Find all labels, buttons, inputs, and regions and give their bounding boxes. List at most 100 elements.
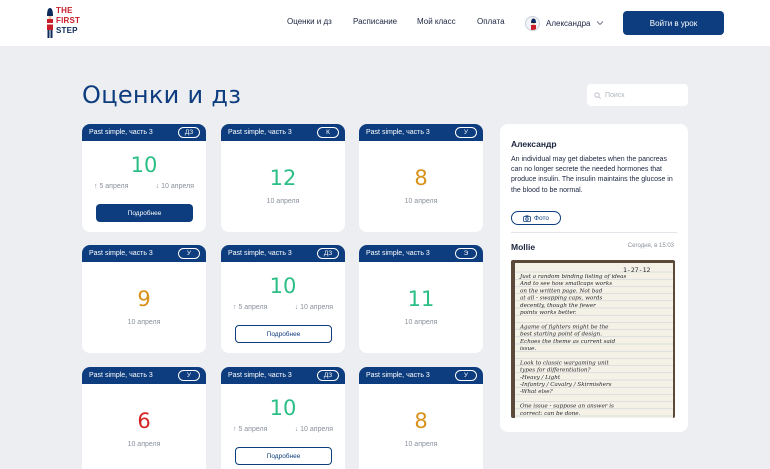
- note-line-text: decently, though the fewer: [520, 303, 596, 309]
- grade-value: 12: [269, 166, 297, 190]
- card-topic: Past simple, часть 3: [228, 129, 292, 136]
- card-header: Past simple, часть 3 К: [221, 124, 345, 141]
- lesson-type-badge: У: [455, 127, 477, 138]
- note-line-text: at all - swapping caps, words: [520, 296, 603, 302]
- avatar-guard-icon: [531, 18, 536, 30]
- handwritten-note-image: Just a random binding listing of ideasAn…: [511, 260, 675, 418]
- search-input[interactable]: [605, 91, 685, 99]
- lesson-date: 10 апреля: [404, 441, 438, 448]
- grade-card[interactable]: Past simple, часть 3 У 9 10 апреля: [82, 245, 206, 353]
- logo-line: STEP: [56, 26, 78, 35]
- camera-icon: [523, 214, 531, 222]
- card-topic: Past simple, часть 3: [366, 129, 430, 136]
- card-header: Past simple, часть 3 У: [82, 245, 206, 262]
- note-line-text: points works better.: [520, 310, 577, 316]
- chat-panel: Александр An individual may get diabetes…: [500, 124, 688, 432]
- details-button[interactable]: Подробнее: [96, 204, 193, 222]
- attached-photo[interactable]: Just a random binding listing of ideas An…: [511, 260, 675, 418]
- lesson-date: 10 апреля: [404, 198, 438, 205]
- grade-card[interactable]: Past simple, часть 3 ДЗ 10 ↑ 5 апреля ↓ 10 а…: [221, 367, 345, 469]
- note-line-text: correct: can be done.: [520, 411, 581, 417]
- note-line-text: Look to classic wargaming unit: [519, 360, 609, 366]
- lesson-type-badge: ДЗ: [317, 248, 339, 259]
- card-topic: Past simple, часть 3: [228, 250, 292, 257]
- grade-value: 11: [407, 287, 435, 311]
- logo-line: FIRST: [56, 16, 81, 25]
- photo-button-label: Фото: [534, 214, 549, 222]
- lesson-type-badge: К: [317, 127, 339, 138]
- grade-card[interactable]: Past simple, часть 3 У 8 10 апреля: [359, 124, 483, 232]
- assigned-date: ↑ 5 апреля: [233, 426, 268, 433]
- grade-value: 10: [269, 396, 297, 420]
- avatar: [525, 15, 540, 31]
- grade-card[interactable]: Past simple, часть 3 ДЗ 10 ↑ 5 апреля ↓ 10 а…: [221, 245, 345, 353]
- grade-value: 10: [130, 153, 158, 177]
- due-date: ↓ 10 апреля: [155, 183, 194, 190]
- grade-card[interactable]: Past simple, часть 3 У 6 10 апреля: [82, 367, 206, 469]
- message-time: Сегодня, в 15:03: [627, 243, 674, 249]
- card-header: Past simple, часть 3 ДЗ: [221, 367, 345, 384]
- lesson-type-badge: ДЗ: [178, 127, 200, 138]
- lesson-date: 10 апреля: [266, 198, 300, 205]
- message-author: Александр: [511, 139, 557, 149]
- enter-lesson-button[interactable]: Войти в урок: [623, 11, 724, 35]
- logo[interactable]: THE FIRST STEP: [44, 6, 84, 40]
- lesson-type-badge: ДЗ: [317, 370, 339, 381]
- lesson-date: 10 апреля: [127, 319, 161, 326]
- card-topic: Past simple, часть 3: [228, 372, 292, 379]
- details-button[interactable]: Подробнее: [235, 447, 332, 465]
- note-line-text: Echoes the theme as current said: [519, 339, 616, 345]
- due-date: ↓ 10 апреля: [294, 426, 333, 433]
- search-box[interactable]: [587, 84, 688, 106]
- grade-value: 9: [137, 287, 151, 311]
- grade-card[interactable]: Past simple, часть 3 Э 11 10 апреля: [359, 245, 483, 353]
- date-range: ↑ 5 апреля ↓ 10 апреля: [94, 183, 194, 190]
- date-range: ↑ 5 апреля ↓ 10 апреля: [233, 304, 333, 311]
- nav-grades[interactable]: Оценки и дз: [287, 17, 332, 26]
- date-range: ↑ 5 апреля ↓ 10 апреля: [233, 426, 333, 433]
- note-line-text: -Heavy / Light: [520, 375, 561, 381]
- details-button[interactable]: Подробнее: [235, 325, 332, 343]
- search-icon: [594, 91, 601, 99]
- note-line-text: types for differentiation?: [520, 368, 591, 374]
- user-menu[interactable]: Александра: [525, 14, 604, 32]
- card-topic: Past simple, часть 3: [366, 372, 430, 379]
- due-date: ↓ 10 апреля: [294, 304, 333, 311]
- card-header: Past simple, часть 3 У: [359, 124, 483, 141]
- guard-logo-icon: [47, 8, 53, 38]
- note-line-text: Agame of fighters might be the: [519, 324, 609, 330]
- assigned-date: ↑ 5 апреля: [233, 304, 268, 311]
- grade-value: 10: [269, 274, 297, 298]
- nav-schedule[interactable]: Расписание: [353, 17, 397, 26]
- nav-payment[interactable]: Оплата: [477, 17, 505, 26]
- lesson-type-badge: У: [455, 370, 477, 381]
- grade-value: 8: [414, 166, 428, 190]
- note-line-text: on the written page. Not bad: [520, 288, 603, 294]
- grade-value: 8: [414, 409, 428, 433]
- grade-card[interactable]: Past simple, часть 3 У 8 10 апреля: [359, 367, 483, 469]
- user-name: Александра: [546, 18, 591, 28]
- note-line-text: -What else?: [520, 389, 554, 395]
- note-line-text: -Infantry / Cavalry / Skirmishers: [520, 382, 612, 388]
- lesson-date: 10 апреля: [404, 319, 438, 326]
- grade-value: 6: [137, 409, 151, 433]
- grade-card[interactable]: Past simple, часть 3 ДЗ 10 ↑ 5 апреля ↓ 10 а…: [82, 124, 206, 232]
- message-author: Mollie: [511, 242, 536, 252]
- note-line-text: Just a random binding listing of ideas: [519, 274, 626, 280]
- grade-card[interactable]: Past simple, часть 3 К 12 10 апреля: [221, 124, 345, 232]
- nav-my-class[interactable]: Мой класс: [417, 17, 456, 26]
- lesson-type-badge: У: [178, 370, 200, 381]
- note-line-text: issue.: [520, 346, 536, 352]
- divider: [511, 232, 677, 233]
- lesson-type-badge: Э: [455, 248, 477, 259]
- card-topic: Past simple, часть 3: [89, 129, 153, 136]
- note-line-text: One issue - suppose an answer is: [520, 404, 614, 410]
- message-text: An individual may get diabetes when the …: [511, 156, 673, 194]
- note-line-text: And to see how smallcaps works: [519, 281, 612, 287]
- card-header: Past simple, часть 3 ДЗ: [82, 124, 206, 141]
- lesson-date: 10 апреля: [127, 441, 161, 448]
- chevron-down-icon: [597, 21, 604, 26]
- logo-line: THE: [56, 6, 73, 15]
- photo-button[interactable]: Фото: [511, 211, 561, 225]
- card-header: Past simple, часть 3 У: [82, 367, 206, 384]
